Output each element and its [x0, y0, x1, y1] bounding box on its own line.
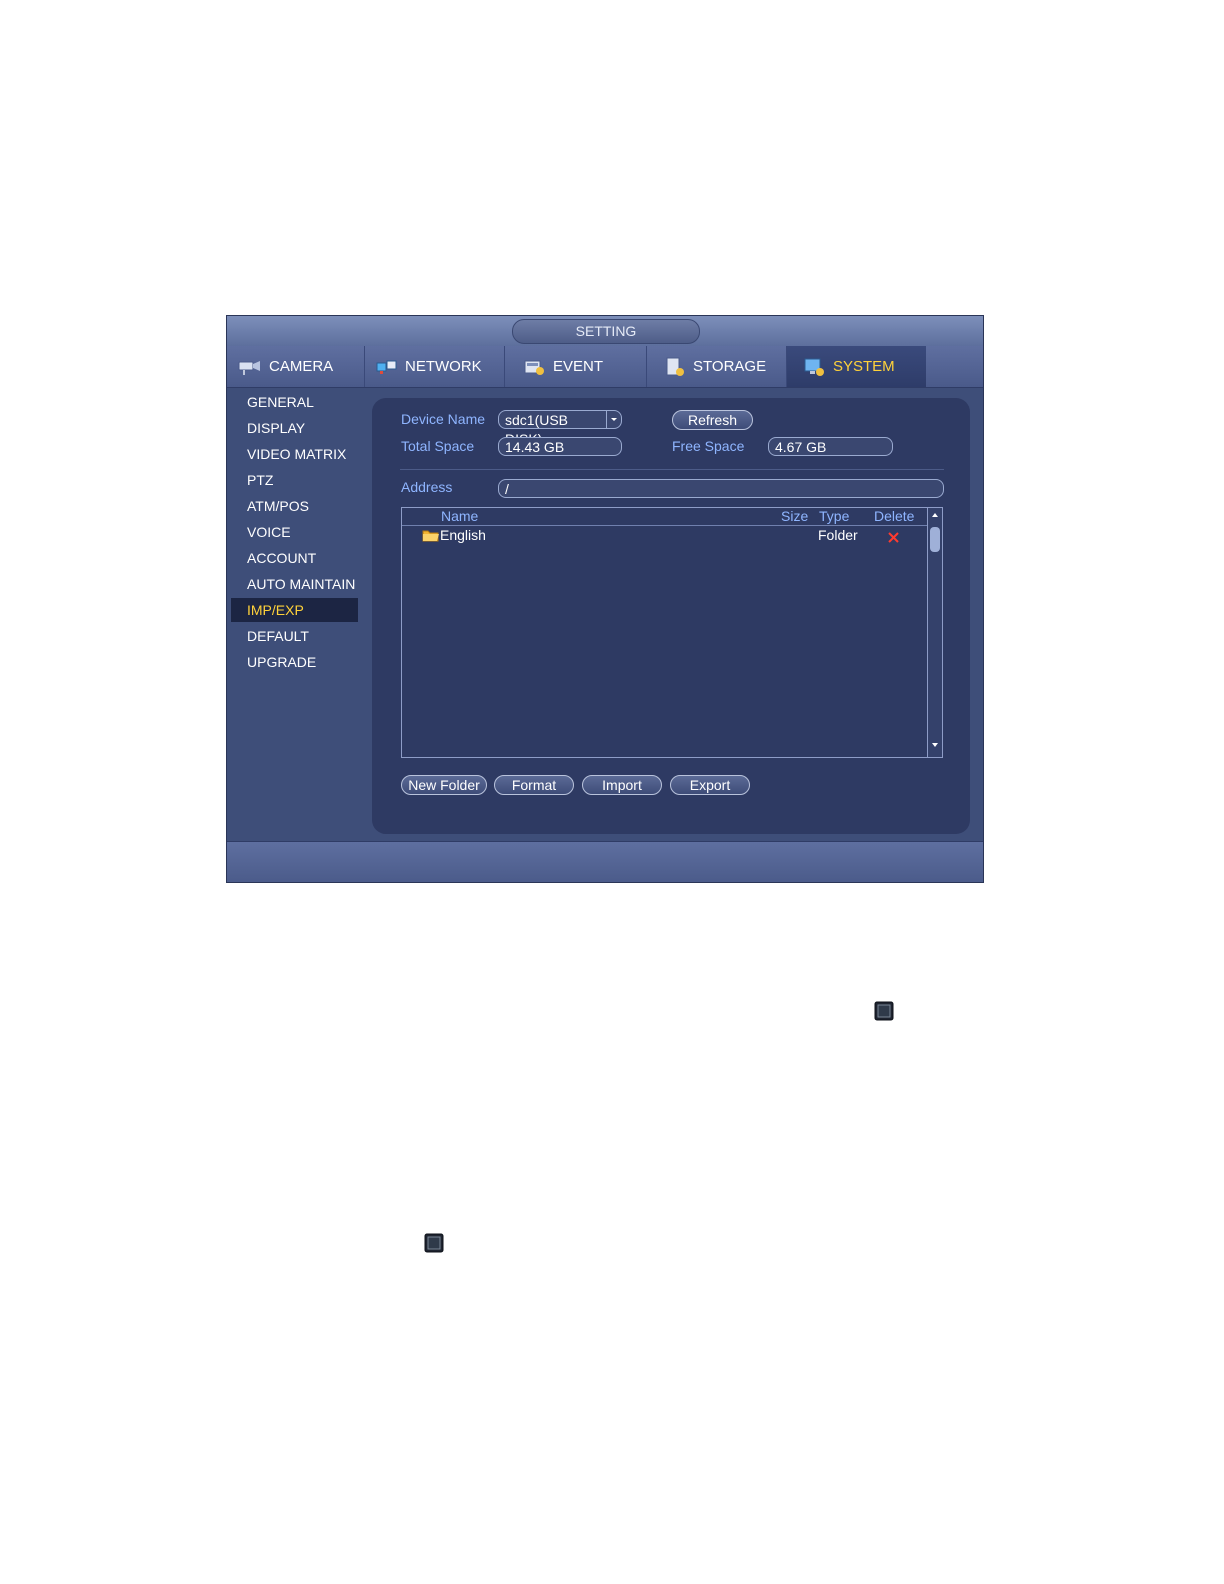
sidebar-item-auto-maintain[interactable]: AUTO MAINTAIN [231, 572, 358, 596]
tab-system-label: SYSTEM [833, 358, 895, 375]
tab-system[interactable]: SYSTEM [787, 346, 926, 387]
column-type[interactable]: Type [819, 508, 849, 525]
sidebar-item-display[interactable]: DISPLAY [231, 416, 358, 440]
new-folder-button[interactable]: New Folder [401, 775, 487, 795]
column-delete[interactable]: Delete [874, 508, 914, 525]
sidebar-item-general[interactable]: GENERAL [231, 390, 358, 414]
window-title: SETTING [512, 319, 700, 344]
total-space-label: Total Space [401, 438, 475, 454]
file-name: English [440, 527, 486, 543]
free-space-label: Free Space [672, 438, 745, 454]
tab-network[interactable]: NETWORK [365, 346, 505, 387]
tab-camera-label: CAMERA [269, 358, 334, 375]
imp-exp-panel: Device Name sdc1(USB DISK) Refresh Total… [372, 398, 970, 834]
address-input[interactable]: / [498, 479, 944, 498]
column-size[interactable]: Size [781, 508, 808, 525]
main-tab-bar: CAMERA NETWORK EVENT STORAGE SYSTEM [227, 346, 983, 388]
format-button[interactable]: Format [494, 775, 574, 795]
sidebar-item-ptz[interactable]: PTZ [231, 468, 358, 492]
tab-storage[interactable]: STORAGE [647, 346, 787, 387]
sidebar-item-atm-pos[interactable]: ATM/POS [231, 494, 358, 518]
square-icon [874, 1001, 894, 1026]
tab-event[interactable]: EVENT [505, 346, 647, 387]
storage-icon [666, 357, 684, 376]
sidebar-item-voice[interactable]: VOICE [231, 520, 358, 544]
sidebar-item-default[interactable]: DEFAULT [231, 624, 358, 648]
chevron-down-icon [606, 411, 621, 428]
table-row[interactable]: English Folder [402, 526, 928, 544]
device-name-select[interactable]: sdc1(USB DISK) [498, 410, 622, 447]
device-name-label: Device Name [401, 411, 486, 427]
tab-camera[interactable]: CAMERA [227, 346, 365, 387]
total-space-field: 14.43 GB [498, 437, 622, 456]
system-icon [804, 358, 824, 376]
address-label: Address [401, 479, 453, 495]
form-divider [400, 469, 944, 470]
network-icon [376, 360, 397, 374]
sidebar-item-upgrade[interactable]: UPGRADE [231, 650, 358, 674]
title-bar: SETTING [227, 316, 983, 346]
sidebar-item-account[interactable]: ACCOUNT [231, 546, 358, 570]
export-button[interactable]: Export [670, 775, 750, 795]
folder-icon [422, 528, 440, 547]
scrollbar-thumb[interactable] [930, 527, 940, 552]
column-name[interactable]: Name [441, 508, 478, 525]
square-icon-2 [424, 1233, 444, 1258]
tab-network-label: NETWORK [405, 358, 482, 375]
import-button[interactable]: Import [582, 775, 662, 795]
camera-icon [238, 360, 260, 375]
delete-icon[interactable] [888, 530, 899, 548]
sidebar-item-video-matrix[interactable]: VIDEO MATRIX [231, 442, 358, 466]
file-list-scrollbar[interactable] [927, 508, 942, 757]
setting-window: SETTING CAMERA NETWORK EVENT STORAGE SYS… [226, 315, 984, 883]
refresh-button[interactable]: Refresh [672, 410, 753, 430]
scroll-down-icon[interactable] [928, 738, 942, 757]
file-type: Folder [818, 527, 858, 543]
file-list-header: Name Size Type Delete [402, 508, 928, 526]
sidebar-item-imp-exp[interactable]: IMP/EXP [231, 598, 358, 622]
status-bar [227, 841, 983, 882]
event-icon [524, 360, 544, 375]
tab-storage-label: STORAGE [693, 358, 767, 375]
free-space-field: 4.67 GB [768, 437, 893, 456]
file-list: Name Size Type Delete English Folder [401, 507, 943, 758]
scroll-up-icon[interactable] [928, 508, 942, 527]
tab-event-label: EVENT [553, 358, 604, 375]
